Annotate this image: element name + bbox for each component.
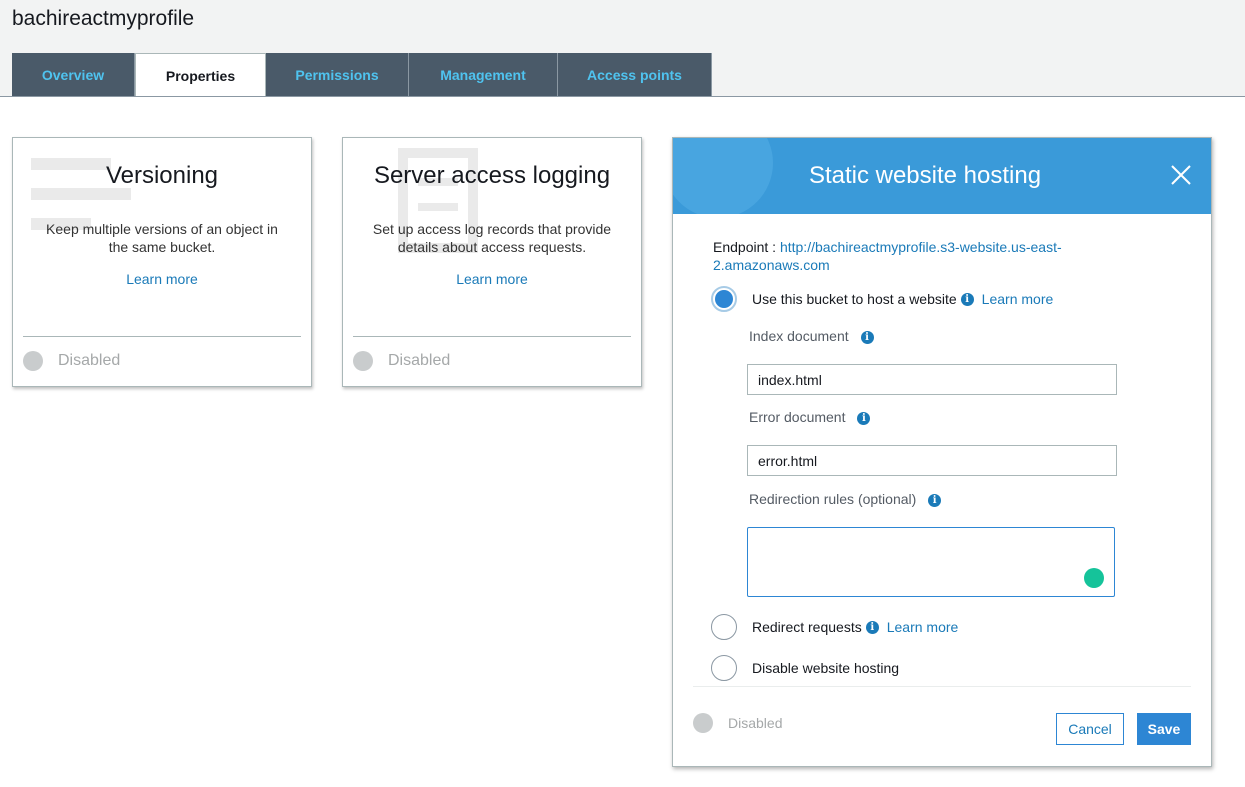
save-button[interactable]: Save	[1137, 713, 1191, 745]
status-dot-icon	[353, 351, 373, 371]
host-website-label[interactable]: Use this bucket to host a website	[752, 291, 957, 307]
logging-title: Server access logging	[373, 162, 611, 189]
versioning-card[interactable]: Versioning Keep multiple versions of an …	[12, 137, 312, 387]
redirection-rules-label-text: Redirection rules (optional)	[749, 491, 917, 507]
error-document-label: Error document i	[749, 409, 871, 425]
info-icon[interactable]: i	[860, 331, 874, 344]
tab-overview[interactable]: Overview	[12, 53, 135, 96]
tab-permissions[interactable]: Permissions	[266, 53, 409, 96]
tab-bar: Overview Properties Permissions Manageme…	[12, 53, 712, 97]
endpoint-label: Endpoint :	[713, 239, 777, 255]
hosting-status: Disabled	[693, 713, 782, 733]
error-document-input[interactable]: error.html	[747, 445, 1117, 476]
tab-properties[interactable]: Properties	[135, 53, 266, 97]
host-website-learn-more-link[interactable]: Learn more	[982, 291, 1054, 307]
logging-status: Disabled	[353, 351, 450, 371]
info-icon[interactable]: i	[928, 494, 942, 507]
redirection-rules-label: Redirection rules (optional) i	[749, 491, 942, 507]
versioning-description: Keep multiple versions of an object in t…	[46, 221, 278, 255]
disable-hosting-radio[interactable]	[711, 655, 737, 681]
panel-divider	[693, 686, 1191, 687]
option-redirect-requests: Redirect requests i Learn more	[711, 614, 958, 640]
tab-divider	[0, 96, 1245, 97]
status-dot-icon	[23, 351, 43, 371]
versioning-learn-more-link[interactable]: Learn more	[13, 271, 311, 287]
info-icon[interactable]: i	[960, 292, 974, 306]
option-host-website: Use this bucket to host a website i Lear…	[711, 286, 1053, 312]
error-document-label-text: Error document	[749, 409, 846, 425]
bucket-name: bachireactmyprofile	[12, 7, 195, 30]
redirect-requests-radio[interactable]	[711, 614, 737, 640]
index-document-input[interactable]: index.html	[747, 364, 1117, 395]
server-access-logging-card[interactable]: Server access logging Set up access log …	[342, 137, 642, 387]
card-divider	[353, 336, 631, 337]
disable-hosting-label[interactable]: Disable website hosting	[752, 660, 899, 676]
redirection-rules-textarea[interactable]	[747, 527, 1115, 597]
redirect-learn-more-link[interactable]: Learn more	[887, 619, 959, 635]
versioning-title: Versioning	[105, 162, 219, 189]
index-document-label-text: Index document	[749, 328, 849, 344]
grammarly-icon[interactable]	[1084, 568, 1104, 588]
cancel-button[interactable]: Cancel	[1056, 713, 1124, 745]
logging-status-text: Disabled	[388, 352, 451, 369]
versioning-status-text: Disabled	[58, 352, 121, 369]
hosting-status-text: Disabled	[728, 715, 783, 731]
close-icon[interactable]	[1169, 163, 1193, 187]
static-website-hosting-panel: Static website hosting Endpoint : http:/…	[672, 137, 1212, 767]
logging-learn-more-link[interactable]: Learn more	[343, 271, 641, 287]
endpoint: Endpoint : http://bachireactmyprofile.s3…	[713, 238, 1133, 274]
info-icon[interactable]: i	[865, 620, 879, 634]
tab-management[interactable]: Management	[409, 53, 558, 96]
versioning-status: Disabled	[23, 351, 120, 371]
status-dot-icon	[693, 713, 713, 733]
panel-header: Static website hosting	[673, 138, 1211, 214]
tab-access-points[interactable]: Access points	[558, 53, 712, 96]
card-divider	[23, 336, 301, 337]
redirect-requests-label[interactable]: Redirect requests	[752, 619, 862, 635]
host-website-radio[interactable]	[711, 286, 737, 312]
logging-description: Set up access log records that provide d…	[372, 221, 612, 255]
info-icon[interactable]: i	[857, 412, 871, 425]
index-document-label: Index document i	[749, 328, 874, 344]
panel-title: Static website hosting	[808, 162, 1042, 189]
option-disable-hosting: Disable website hosting	[711, 655, 899, 681]
